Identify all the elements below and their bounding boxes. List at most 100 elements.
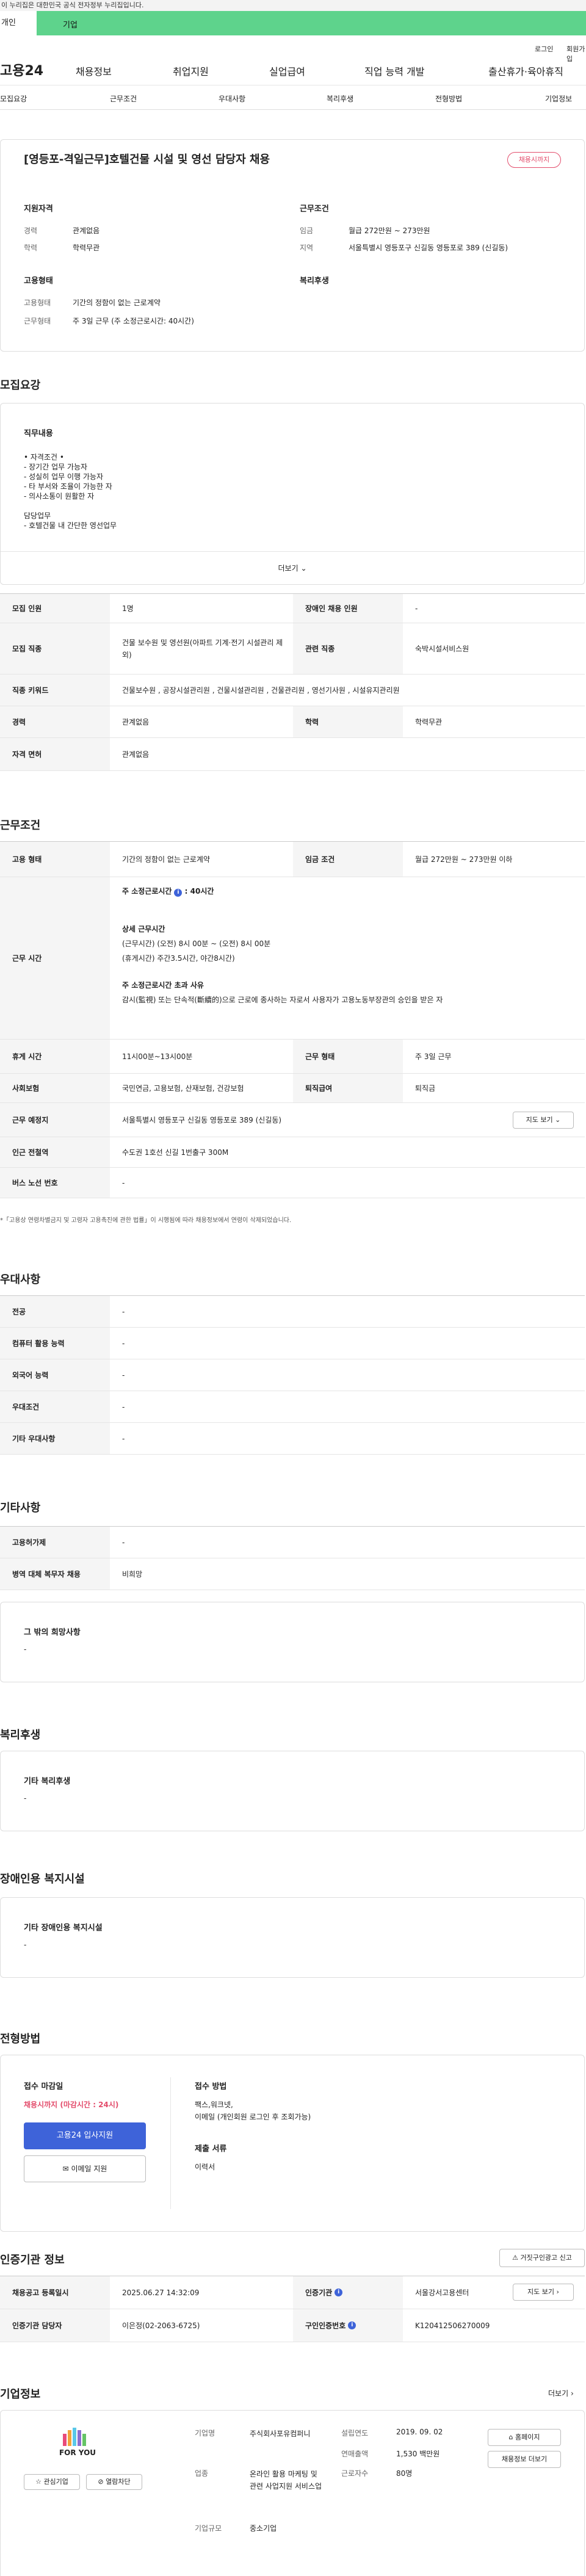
- warning-icon: ⚠: [512, 2254, 518, 2262]
- tab-pref[interactable]: 우대사항: [219, 93, 245, 104]
- tab-screening[interactable]: 전형방법: [435, 93, 462, 104]
- info-icon[interactable]: i: [174, 889, 183, 897]
- company-more-link[interactable]: 더보기 ›: [548, 2388, 574, 2398]
- company-info-label: 기업명: [195, 2429, 215, 2437]
- email-apply-button[interactable]: ✉ 이메일 지원: [24, 2155, 146, 2182]
- gnb-item-leave[interactable]: 출산휴가·육아휴직: [488, 63, 563, 78]
- section-tabs: 모집요강 근무조건 우대사항 복리후생 전형방법 기업정보: [0, 85, 586, 110]
- table-cell: -: [122, 1402, 125, 1411]
- method-text: 팩스,워크넷,: [195, 2100, 233, 2109]
- cond-label: 임금: [300, 226, 314, 235]
- more-button[interactable]: 더보기 ⌄: [1, 551, 584, 584]
- table-header: 인증기관 담당자: [0, 2309, 110, 2342]
- cert-table: 채용공고 등록일시 2025.06.27 14:32:09 인증기관 i 서울강서…: [0, 2276, 585, 2342]
- exceed-heading: 주 소정근로시간 초과 사유: [122, 981, 204, 990]
- home-icon: ⌂: [508, 2433, 513, 2441]
- duty-text: • 자격조건 • - 장기간 업무 가능자 - 성실히 업무 이행 가능자 - 타 부…: [24, 452, 117, 530]
- mail-icon: ✉: [62, 2165, 69, 2173]
- table-header: 고용 형태: [0, 842, 110, 877]
- hope-heading: 그 밖의 희망사항: [24, 1628, 81, 1637]
- tab-work[interactable]: 근무조건: [110, 93, 137, 104]
- table-row: 전공 -: [0, 1296, 585, 1328]
- company-logo-icon: [59, 2428, 93, 2446]
- duty-line: - 성실히 업무 이행 가능자: [24, 472, 103, 481]
- qual-heading: 지원자격: [24, 204, 53, 214]
- site-logo[interactable]: 고용24: [0, 60, 43, 79]
- table-header: 휴게 시간: [0, 1040, 110, 1073]
- tab-recruit[interactable]: 모집요강: [0, 93, 27, 104]
- chevron-down-icon: ⌄: [555, 1116, 561, 1124]
- job-title: [영등포-격일근무]호텔건물 시설 및 영선 담당자 채용: [24, 153, 270, 166]
- table-cell: -: [122, 1178, 125, 1187]
- hope-card: 그 밖의 희망사항 -: [0, 1602, 585, 1682]
- block-button[interactable]: ⊘ 열람차단: [86, 2474, 142, 2490]
- chevron-right-icon: ›: [556, 2288, 559, 2296]
- gnb-item-jobs[interactable]: 채용정보: [76, 63, 112, 78]
- tab-company[interactable]: 기업정보: [545, 93, 572, 104]
- table-header: 외국어 능력: [0, 1359, 110, 1391]
- table-cell: 관계없음: [122, 750, 150, 759]
- divider: [170, 2077, 171, 2209]
- block-icon: ⊘: [98, 2478, 104, 2486]
- hope-value: -: [24, 1645, 27, 1654]
- table-row: 자격 면허 관계없음: [0, 738, 585, 771]
- tab-welfare[interactable]: 복리후생: [327, 93, 353, 104]
- report-button[interactable]: ⚠ 거짓구인광고 신고: [499, 2249, 585, 2267]
- company-info-value: 1,530 백만원: [396, 2450, 440, 2458]
- method-text: 이메일 (개인회원 로그인 후 조회가능): [195, 2113, 311, 2121]
- hours-main-value: : 40시간: [184, 887, 214, 895]
- section-title-work: 근무조건: [0, 819, 41, 832]
- table-row: 근무 시간 주 소정근로시간 i : 40시간 상세 근무시간 (근무시간) (오…: [0, 877, 585, 1040]
- table-header: 병역 대체 복무자 채용: [0, 1558, 110, 1590]
- utility-bar: 로그인 회원가입: [0, 35, 586, 63]
- table-row: 인증기관 담당자 이은정(02-2063-6725) 구인인증번호 i K1204…: [0, 2309, 585, 2342]
- table-header: 전공: [0, 1296, 110, 1327]
- duty-line: - 의사소통이 원활한 자: [24, 492, 95, 501]
- qual-value: 학력무관: [73, 244, 100, 252]
- info-icon[interactable]: i: [335, 2288, 343, 2296]
- recruit-table: 모집 인원 1명 장애인 채용 인원 - 모집 직종 건물 보수원 및 영선원(…: [0, 593, 585, 776]
- duty-line: - 장기간 업무 가능자: [24, 463, 88, 471]
- duty-line: • 자격조건 •: [24, 453, 64, 461]
- age-note: *「고용상 연령차별금지 및 고령자 고용촉진에 관한 법률」이 시행됨에 따라…: [0, 1217, 292, 1224]
- emp-value: 주 3일 근무 (주 소정근로시간: 40시간): [73, 317, 194, 325]
- table-header: 컴퓨터 활용 능력: [0, 1328, 110, 1359]
- emp-label: 근무형태: [24, 317, 51, 325]
- table-row: 휴게 시간 11시00분~13시00분 근무 형태 주 3일 근무: [0, 1040, 585, 1074]
- table-row: 버스 노선 번호 -: [0, 1168, 585, 1198]
- info-icon[interactable]: i: [348, 2321, 356, 2329]
- table-cell: K120412506270009: [415, 2321, 490, 2330]
- table-cell: 1명: [122, 604, 134, 613]
- gnb-item-support[interactable]: 취업지원: [173, 63, 209, 78]
- disab-heading: 기타 장애인용 복지시설: [24, 1923, 103, 1933]
- company-info-value: 80명: [396, 2469, 413, 2478]
- map-button[interactable]: 지도 보기 ⌄: [513, 1112, 574, 1129]
- tab-personal[interactable]: 개인: [0, 11, 37, 35]
- cert-map-button[interactable]: 지도 보기 ›: [513, 2284, 574, 2301]
- job-summary-card: [영등포-격일근무]호텔건물 시설 및 영선 담당자 채용 채용시까지 지원자격…: [0, 139, 585, 352]
- login-link[interactable]: 로그인: [535, 44, 553, 54]
- tab-company[interactable]: 기업: [63, 18, 78, 30]
- welfare-card: 기타 복리후생 -: [0, 1751, 585, 1831]
- table-row: 채용공고 등록일시 2025.06.27 14:32:09 인증기관 i 서울강서…: [0, 2276, 585, 2309]
- cond-heading: 근무조건: [300, 204, 329, 214]
- table-header: 근무 형태: [293, 1040, 403, 1073]
- table-cell: 주 3일 근무: [415, 1052, 452, 1061]
- favorite-button[interactable]: ☆ 관심기업: [24, 2474, 80, 2490]
- table-cell: 2025.06.27 14:32:09: [122, 2288, 200, 2297]
- table-cell: 숙박시설서비스원: [415, 645, 469, 653]
- company-info-label: 연매출액: [341, 2450, 369, 2458]
- table-row: 모집 인원 1명 장애인 채용 인원 -: [0, 594, 585, 623]
- star-icon: ☆: [35, 2478, 42, 2486]
- gnb-item-training[interactable]: 직업 능력 개발: [364, 63, 425, 78]
- company-info-value: 2019. 09. 02: [396, 2428, 443, 2436]
- apply-button[interactable]: 고용24 입사지원: [24, 2122, 146, 2149]
- section-title-etc: 기타사항: [0, 1502, 41, 1514]
- gnb-item-benefit[interactable]: 실업급여: [269, 63, 305, 78]
- section-title-pref: 우대사항: [0, 1273, 41, 1286]
- company-info-label: 설립연도: [341, 2429, 369, 2437]
- homepage-button[interactable]: ⌂ 홈페이지: [488, 2429, 561, 2446]
- table-cell: 주 소정근로시간 i : 40시간 상세 근무시간 (근무시간) (오전) 8시 …: [110, 877, 585, 1039]
- welfare-heading: 복리후생: [300, 277, 329, 286]
- more-jobs-button[interactable]: 채용정보 더보기: [488, 2451, 561, 2468]
